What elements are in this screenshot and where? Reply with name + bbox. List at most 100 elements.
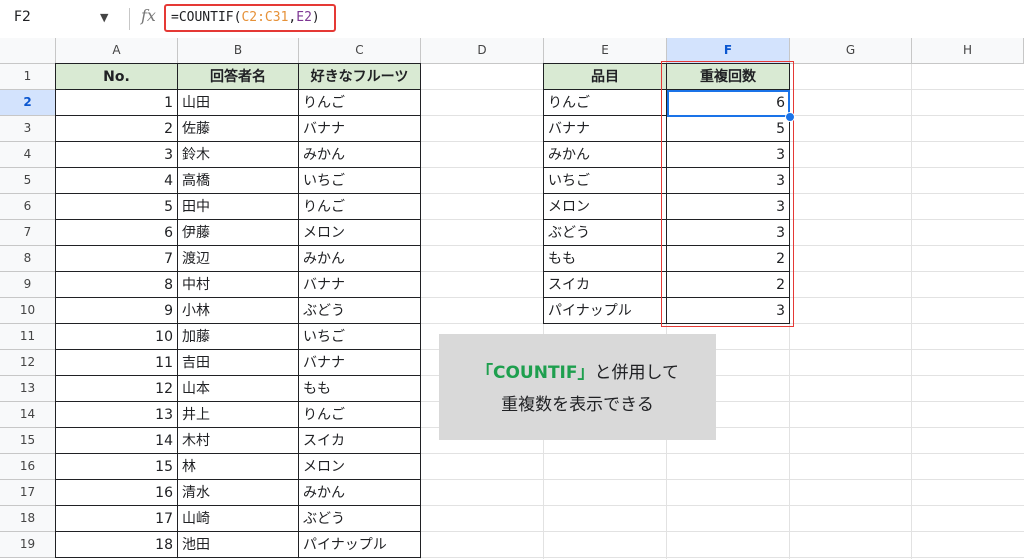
column-header-h[interactable]: H xyxy=(912,38,1024,64)
row-header-2[interactable]: 2 xyxy=(0,90,56,116)
table-cell[interactable]: 加藤 xyxy=(177,323,299,350)
table-cell[interactable]: ぶどう xyxy=(298,297,421,324)
table-cell[interactable]: 15 xyxy=(55,453,178,480)
table-cell[interactable]: 鈴木 xyxy=(177,141,299,168)
item-cell[interactable]: スイカ xyxy=(543,271,667,298)
row-header-18[interactable]: 18 xyxy=(0,506,56,532)
column-header-e[interactable]: E xyxy=(544,38,667,64)
table-cell[interactable]: 高橋 xyxy=(177,167,299,194)
name-box-dropdown-icon[interactable]: ▼ xyxy=(100,11,108,24)
row-header-8[interactable]: 8 xyxy=(0,246,56,272)
row-header-5[interactable]: 5 xyxy=(0,168,56,194)
table-cell[interactable]: みかん xyxy=(298,479,421,506)
table-cell[interactable]: 中村 xyxy=(177,271,299,298)
table-cell[interactable]: 清水 xyxy=(177,479,299,506)
table-cell[interactable]: 3 xyxy=(55,141,178,168)
table-cell[interactable]: 5 xyxy=(55,193,178,220)
table-cell[interactable]: 小林 xyxy=(177,297,299,324)
table-cell[interactable]: 13 xyxy=(55,401,178,428)
item-cell[interactable]: いちご xyxy=(543,167,667,194)
table-cell[interactable]: ぶどう xyxy=(298,505,421,532)
row-header-1[interactable]: 1 xyxy=(0,64,56,90)
table-cell[interactable]: 木村 xyxy=(177,427,299,454)
table-cell[interactable]: メロン xyxy=(298,219,421,246)
table-cell[interactable]: みかん xyxy=(298,245,421,272)
item-cell[interactable]: メロン xyxy=(543,193,667,220)
item-cell[interactable]: みかん xyxy=(543,141,667,168)
row-header-13[interactable]: 13 xyxy=(0,376,56,402)
row-header-15[interactable]: 15 xyxy=(0,428,56,454)
row-header-7[interactable]: 7 xyxy=(0,220,56,246)
table-cell[interactable]: パイナップル xyxy=(298,531,421,558)
summary-header-cell[interactable]: 品目 xyxy=(543,63,667,90)
table-cell[interactable]: 山本 xyxy=(177,375,299,402)
table-cell[interactable]: りんご xyxy=(298,401,421,428)
table-cell[interactable]: 佐藤 xyxy=(177,115,299,142)
row-header-10[interactable]: 10 xyxy=(0,298,56,324)
row-header-12[interactable]: 12 xyxy=(0,350,56,376)
table-cell[interactable]: スイカ xyxy=(298,427,421,454)
table-cell[interactable]: 16 xyxy=(55,479,178,506)
table-cell[interactable]: 17 xyxy=(55,505,178,532)
row-header-4[interactable]: 4 xyxy=(0,142,56,168)
row-header-9[interactable]: 9 xyxy=(0,272,56,298)
column-header-a[interactable]: A xyxy=(56,38,178,64)
table-cell[interactable]: りんご xyxy=(298,193,421,220)
row-header-14[interactable]: 14 xyxy=(0,402,56,428)
row-header-17[interactable]: 17 xyxy=(0,480,56,506)
item-cell[interactable]: りんご xyxy=(543,89,667,116)
item-cell[interactable]: もも xyxy=(543,245,667,272)
item-cell[interactable]: ぶどう xyxy=(543,219,667,246)
column-header-b[interactable]: B xyxy=(178,38,299,64)
table-cell[interactable]: 14 xyxy=(55,427,178,454)
name-box[interactable]: F2 xyxy=(14,9,31,25)
table-cell[interactable]: 11 xyxy=(55,349,178,376)
table-cell[interactable]: 12 xyxy=(55,375,178,402)
table-cell[interactable]: 4 xyxy=(55,167,178,194)
row-header-19[interactable]: 19 xyxy=(0,532,56,558)
table-cell[interactable]: 8 xyxy=(55,271,178,298)
table-cell[interactable]: 吉田 xyxy=(177,349,299,376)
table-cell[interactable]: りんご xyxy=(298,89,421,116)
table-cell[interactable]: 山崎 xyxy=(177,505,299,532)
row-header-11[interactable]: 11 xyxy=(0,324,56,350)
table-cell[interactable]: いちご xyxy=(298,323,421,350)
column-header-c[interactable]: C xyxy=(299,38,421,64)
select-all-corner[interactable] xyxy=(0,38,56,64)
row-header-3[interactable]: 3 xyxy=(0,116,56,142)
table-cell[interactable]: 山田 xyxy=(177,89,299,116)
table-header-cell[interactable]: 回答者名 xyxy=(177,63,299,90)
formula-bar: F2 ▼ fx =COUNTIF(C2:C31,E2) xyxy=(0,0,1024,39)
table-cell[interactable]: 7 xyxy=(55,245,178,272)
table-cell[interactable]: 6 xyxy=(55,219,178,246)
item-cell[interactable]: バナナ xyxy=(543,115,667,142)
table-cell[interactable]: 10 xyxy=(55,323,178,350)
table-cell[interactable]: 林 xyxy=(177,453,299,480)
table-cell[interactable]: 伊藤 xyxy=(177,219,299,246)
row-header-6[interactable]: 6 xyxy=(0,194,56,220)
item-cell[interactable]: パイナップル xyxy=(543,297,667,324)
table-cell[interactable]: みかん xyxy=(298,141,421,168)
table-cell[interactable]: 18 xyxy=(55,531,178,558)
column-header-d[interactable]: D xyxy=(421,38,544,64)
table-header-cell[interactable]: 好きなフルーツ xyxy=(298,63,421,90)
table-cell[interactable]: 1 xyxy=(55,89,178,116)
table-cell[interactable]: もも xyxy=(298,375,421,402)
formula-input[interactable]: =COUNTIF(C2:C31,E2) xyxy=(164,4,336,32)
table-cell[interactable]: メロン xyxy=(298,453,421,480)
column-header-g[interactable]: G xyxy=(790,38,912,64)
table-cell[interactable]: いちご xyxy=(298,167,421,194)
table-cell[interactable]: バナナ xyxy=(298,115,421,142)
table-cell[interactable]: 池田 xyxy=(177,531,299,558)
table-cell[interactable]: 9 xyxy=(55,297,178,324)
row-header-16[interactable]: 16 xyxy=(0,454,56,480)
table-cell[interactable]: 田中 xyxy=(177,193,299,220)
table-cell[interactable]: 井上 xyxy=(177,401,299,428)
selected-cell-f2[interactable] xyxy=(667,90,790,117)
table-cell[interactable]: 渡辺 xyxy=(177,245,299,272)
table-cell[interactable]: バナナ xyxy=(298,349,421,376)
fill-handle[interactable] xyxy=(785,112,795,122)
table-header-cell[interactable]: No. xyxy=(55,63,178,90)
table-cell[interactable]: バナナ xyxy=(298,271,421,298)
table-cell[interactable]: 2 xyxy=(55,115,178,142)
